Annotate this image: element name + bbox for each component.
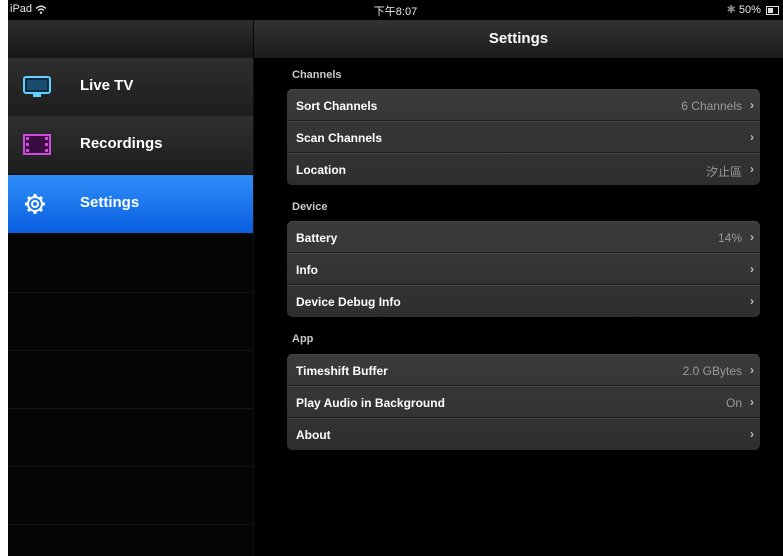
chevron-right-icon: › (750, 294, 754, 308)
row-label: Location (296, 163, 346, 177)
row-value: 6 Channels (681, 99, 742, 113)
sidebar: Live TV Recordings Settings (8, 58, 254, 556)
status-time: 下午8:07 (373, 6, 418, 18)
chevron-right-icon: › (750, 395, 754, 409)
section-header-channels: Channels (292, 69, 342, 81)
row-battery[interactable]: Battery 14% › (287, 221, 760, 253)
chevron-right-icon: › (750, 98, 754, 112)
empty-row (8, 350, 253, 409)
sidebar-item-label: Settings (80, 194, 140, 211)
section-header-device: Device (292, 201, 328, 213)
row-label: Play Audio in Background (296, 396, 445, 410)
row-label: Sort Channels (296, 99, 378, 113)
row-label: Device Debug Info (296, 295, 401, 309)
sidebar-item-label: Recordings (80, 135, 163, 152)
chevron-right-icon: › (750, 230, 754, 244)
status-bar: iPad 下午8:07 ✱ 50% (8, 0, 783, 20)
row-label: Battery (296, 231, 338, 245)
empty-row (8, 408, 253, 467)
bluetooth-icon: ✱ (726, 4, 736, 16)
chevron-right-icon: › (750, 262, 754, 276)
row-label: Scan Channels (296, 131, 383, 145)
main-navbar: Settings (254, 20, 783, 58)
row-play-audio-in-background[interactable]: Play Audio in Background On › (287, 386, 760, 418)
sidebar-item-recordings[interactable]: Recordings (8, 116, 253, 175)
row-label: Info (296, 263, 318, 277)
sidebar-item-settings[interactable]: Settings (8, 175, 253, 234)
chevron-right-icon: › (750, 162, 754, 176)
channels-group: Sort Channels 6 Channels › Scan Channels… (287, 89, 760, 185)
sidebar-item-label: Live TV (80, 77, 134, 94)
row-label: Timeshift Buffer (296, 364, 388, 378)
row-scan-channels[interactable]: Scan Channels › (287, 121, 760, 153)
ipad-screen: iPad 下午8:07 ✱ 50% Settings Live TV Recor… (8, 0, 783, 556)
app-group: Timeshift Buffer 2.0 GBytes › Play Audio… (287, 354, 760, 450)
battery-percent: 50% (738, 4, 761, 16)
row-info[interactable]: Info › (287, 253, 760, 285)
row-about[interactable]: About › (287, 418, 760, 450)
settings-content: Channels Sort Channels 6 Channels › Scan… (254, 58, 783, 556)
chevron-right-icon: › (750, 130, 754, 144)
film-icon (22, 132, 52, 158)
page-title: Settings (488, 30, 549, 47)
row-location[interactable]: Location 汐止區 › (287, 153, 760, 185)
chevron-right-icon: › (750, 363, 754, 377)
device-group: Battery 14% › Info › Device Debug Info › (287, 221, 760, 317)
section-header-app: App (292, 333, 314, 345)
empty-row (8, 292, 253, 351)
tv-icon (22, 74, 52, 100)
row-timeshift-buffer[interactable]: Timeshift Buffer 2.0 GBytes › (287, 354, 760, 386)
row-value: 2.0 GBytes (682, 364, 742, 378)
row-device-debug-info[interactable]: Device Debug Info › (287, 285, 760, 317)
row-value: On (725, 396, 742, 410)
empty-row (8, 234, 253, 293)
sidebar-navbar (8, 20, 254, 58)
status-right: ✱ 50% (727, 3, 779, 16)
row-label: About (296, 428, 331, 442)
sidebar-item-live-tv[interactable]: Live TV (8, 58, 253, 117)
empty-row (8, 466, 253, 525)
row-sort-channels[interactable]: Sort Channels 6 Channels › (287, 89, 760, 121)
row-value: 汐止區 (705, 165, 742, 179)
gear-icon (22, 191, 52, 217)
battery-icon (766, 5, 779, 15)
row-value: 14% (717, 231, 742, 245)
chevron-right-icon: › (750, 427, 754, 441)
